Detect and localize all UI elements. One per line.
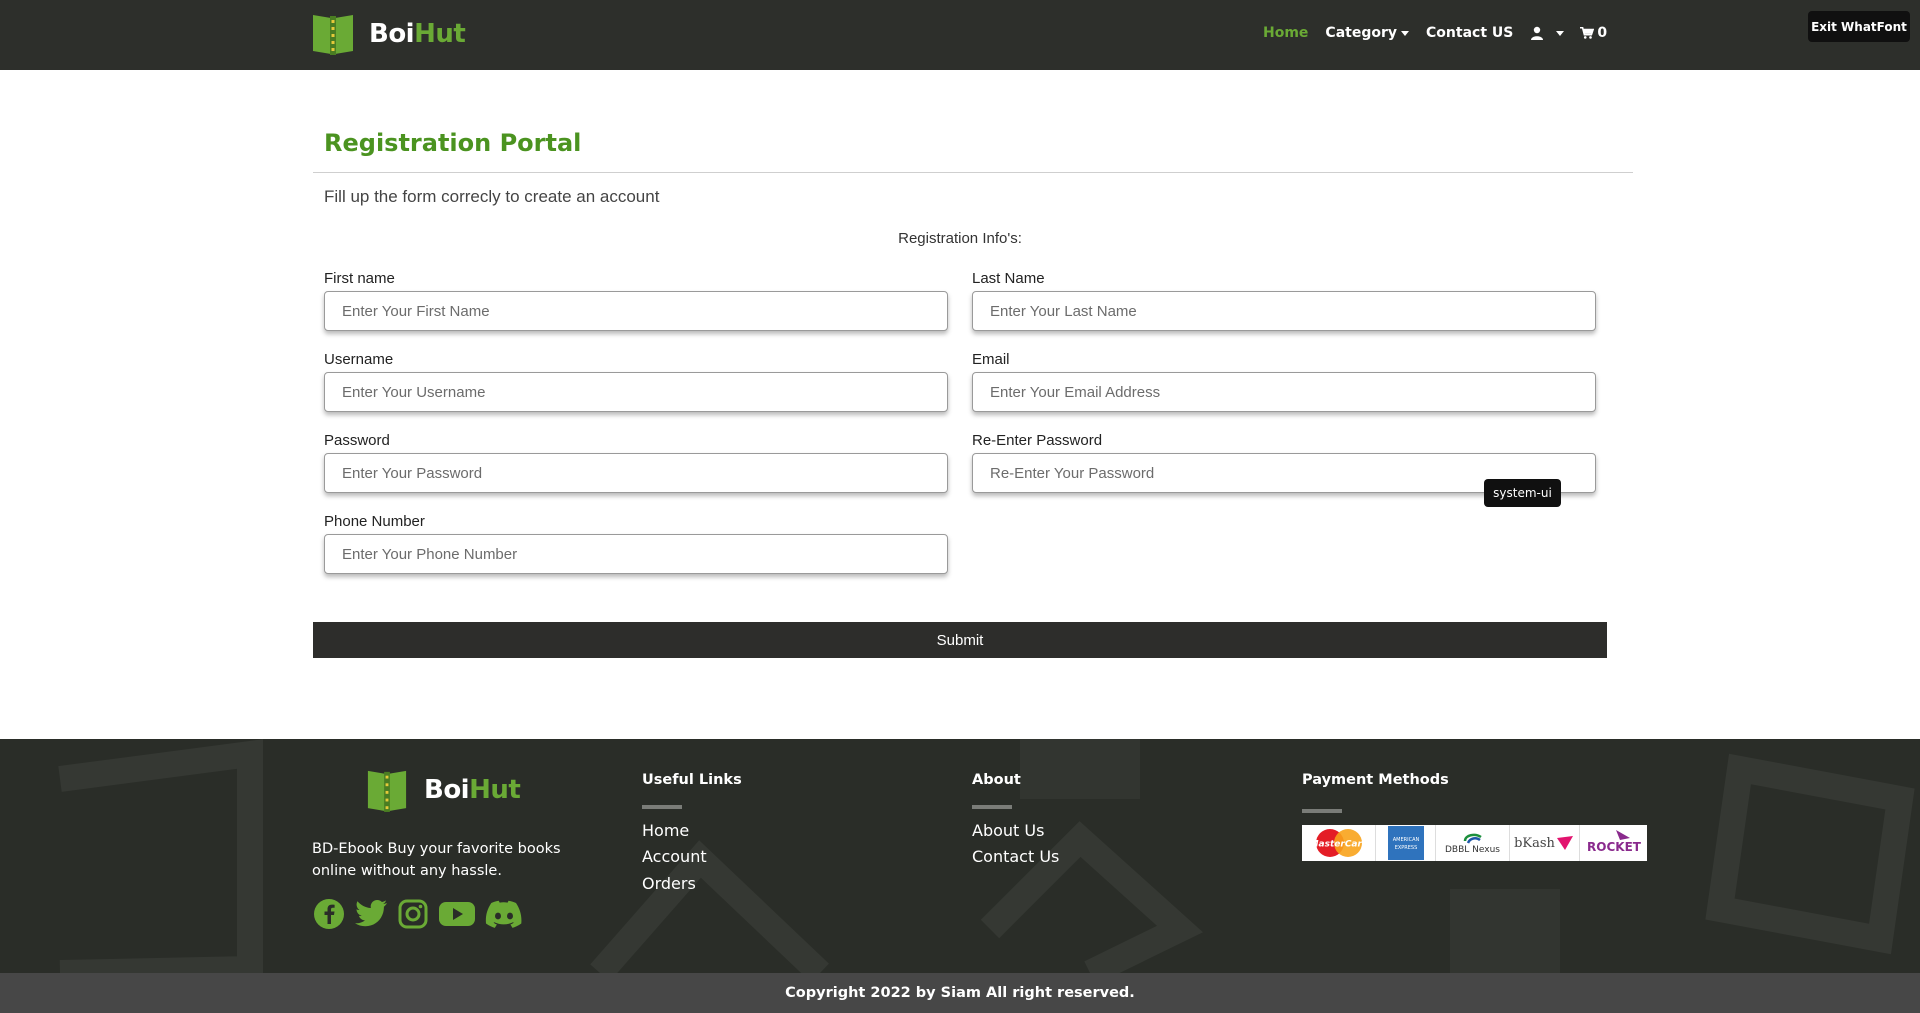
password-input[interactable] [324,453,948,493]
instagram-icon[interactable] [397,898,429,930]
footer: BoiHut BD-Ebook Buy your favorite books … [0,739,1920,973]
nav-home-link[interactable]: Home [1263,25,1308,41]
social-links [313,898,532,930]
first-name-input[interactable] [324,291,948,331]
nav-category-dropdown[interactable]: Category [1325,25,1410,41]
font-tooltip: system-ui [1484,479,1561,507]
svg-text:ROCKET: ROCKET [1587,840,1642,854]
email-input[interactable] [972,372,1596,412]
mastercard-icon: MasterCard [1309,829,1368,857]
payment-logos: MasterCard AMERICAN EXPRESS DBBL Nexus b… [1302,825,1647,861]
rocket-logo: ROCKET [1580,825,1647,861]
footer-description: BD-Ebook Buy your favorite books online … [312,841,561,879]
copyright-bar: Copyright 2022 by Siam All right reserve… [0,973,1920,1013]
about-heading: About [972,772,1021,788]
footer-link-orders[interactable]: Orders [642,874,696,893]
cart-link[interactable]: 0 [1580,25,1607,41]
about-divider [972,805,1012,809]
password-label: Password [324,432,390,449]
mastercard-logo: MasterCard [1302,825,1376,861]
username-input[interactable] [324,372,948,412]
footer-link-home[interactable]: Home [642,821,689,840]
svg-text:AMERICAN: AMERICAN [1392,837,1419,843]
brand-logo-link[interactable]: BoiHut [311,12,466,56]
footer-link-contact-us[interactable]: Contact Us [972,847,1059,866]
submit-button[interactable]: Submit [313,622,1607,658]
page-subtitle: Fill up the form correcly to create an a… [324,187,660,206]
amex-icon: AMERICAN EXPRESS [1387,826,1424,860]
navbar: BoiHut Home Category Contact US 0 Exit W… [0,0,1920,70]
footer-link-about-us[interactable]: About Us [972,821,1044,840]
bkash-logo: bKash [1510,825,1580,861]
user-menu-dropdown[interactable] [1530,26,1565,40]
brand-name: BoiHut [369,19,466,49]
bkash-bird-icon [1556,836,1573,850]
useful-links-heading: Useful Links [642,772,742,788]
section-label: Registration Info's: [898,230,1022,247]
last-name-input[interactable] [972,291,1596,331]
chevron-down-icon [1401,30,1410,36]
user-icon [1531,26,1544,40]
dbbl-text: DBBL Nexus [1445,845,1500,855]
phone-number-input[interactable] [324,534,948,574]
nav-category-label: Category [1325,25,1398,41]
book-logo-icon [313,15,353,55]
bkash-text: bKash [1514,835,1555,851]
re-enter-password-label: Re-Enter Password [972,432,1103,449]
first-name-label: First name [324,270,395,287]
title-divider [313,172,1633,173]
phone-number-label: Phone Number [324,513,425,530]
book-logo-icon [367,770,407,812]
username-label: Username [324,351,394,368]
facebook-icon[interactable] [313,898,345,930]
exit-whatfont-button[interactable]: Exit WhatFont [1808,11,1910,42]
amex-logo: AMERICAN EXPRESS [1376,825,1436,861]
discord-icon[interactable] [485,899,523,929]
svg-text:EXPRESS: EXPRESS [1394,845,1417,851]
nav-contact-link[interactable]: Contact US [1426,25,1513,41]
nav-menu: Home Category Contact US 0 [1263,22,1607,44]
footer-brand-name: BoiHut [424,775,521,805]
shopping-cart-icon [1580,26,1595,39]
useful-links-divider [642,805,682,809]
page-title: Registration Portal [324,129,582,157]
youtube-icon[interactable] [438,899,476,929]
cart-count: 0 [1597,25,1608,41]
chevron-down-icon [1556,30,1565,36]
payment-methods-divider [1302,809,1342,813]
footer-link-account[interactable]: Account [642,847,707,866]
dbbl-swirl-icon [1463,833,1482,844]
email-label: Email [972,351,1010,368]
dbbl-nexus-logo: DBBL Nexus [1436,825,1510,861]
payment-methods-heading: Payment Methods [1302,772,1449,788]
last-name-label: Last Name [972,270,1045,287]
rocket-icon: ROCKET [1587,830,1642,854]
footer-brand-logo[interactable]: BoiHut [366,767,521,813]
twitter-icon[interactable] [354,899,388,929]
mastercard-text: MasterCard [1309,840,1368,850]
